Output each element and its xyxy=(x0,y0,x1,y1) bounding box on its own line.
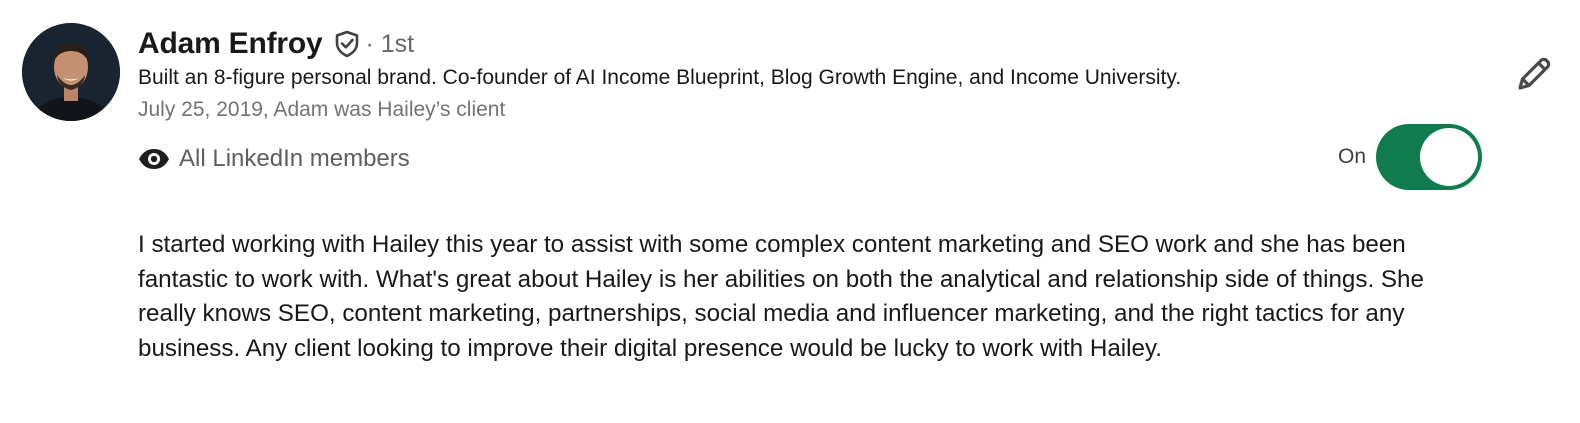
author-name[interactable]: Adam Enfroy xyxy=(138,27,323,61)
relationship-date: July 25, 2019, Adam was Hailey’s client xyxy=(138,98,506,121)
connection-degree: · 1st xyxy=(365,29,415,58)
toggle-knob xyxy=(1420,128,1479,186)
visibility-toggle[interactable] xyxy=(1376,124,1483,190)
pencil-icon xyxy=(1512,52,1556,101)
visibility-label: All LinkedIn members xyxy=(179,145,410,172)
eye-icon xyxy=(138,148,170,170)
recommendation-text: I started working with Hailey this year … xyxy=(138,231,1424,362)
toggle-state-label: On xyxy=(1338,145,1367,168)
edit-button[interactable] xyxy=(1508,50,1560,102)
verified-shield-icon xyxy=(332,29,362,59)
author-name-row: Adam Enfroy · 1st xyxy=(138,24,414,64)
visibility-toggle-group: On xyxy=(1338,124,1483,190)
avatar[interactable] xyxy=(22,23,120,121)
author-headline: Built an 8-figure personal brand. Co-fou… xyxy=(138,66,1182,89)
visibility-setting: All LinkedIn members xyxy=(138,142,410,176)
recommendation-card: Adam Enfroy · 1st Built an 8-figure pers… xyxy=(0,0,1580,423)
